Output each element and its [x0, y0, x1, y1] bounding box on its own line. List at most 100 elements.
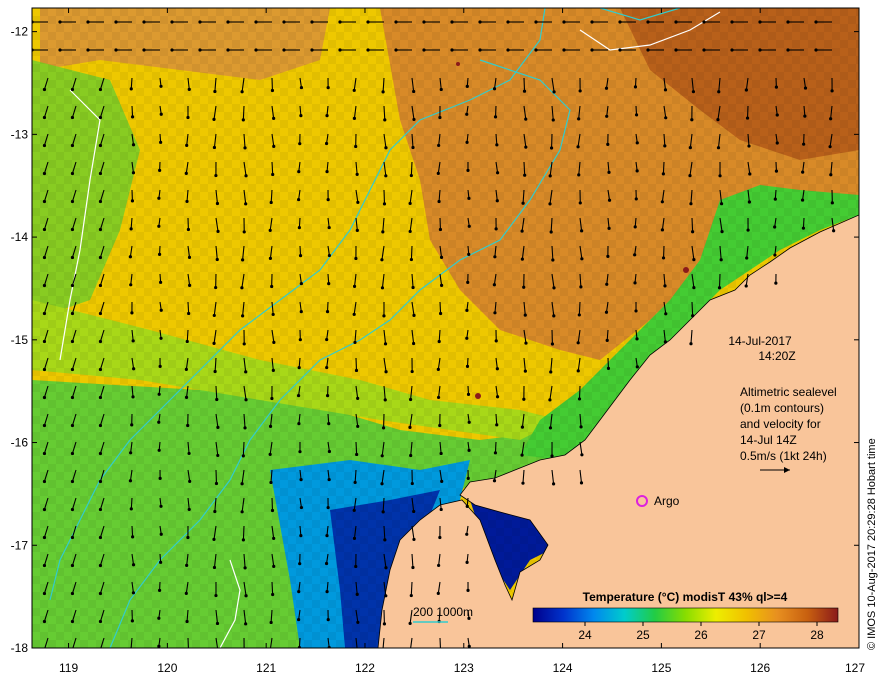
velocity-arrow-head	[635, 365, 639, 369]
velocity-arrow-head	[719, 202, 724, 206]
y-tick-label: -18	[11, 641, 29, 655]
velocity-arrow-head	[436, 367, 440, 371]
velocity-arrow-head	[241, 258, 245, 262]
velocity-arrow-head	[325, 310, 330, 314]
velocity-arrow-head	[411, 285, 415, 290]
velocity-arrow-head	[299, 505, 304, 510]
velocity-arrow-head	[605, 338, 609, 342]
velocity-arrow-head	[382, 622, 387, 626]
velocity-arrow-head	[590, 20, 594, 24]
bathymetry-legend-label: 200 1000m	[413, 605, 473, 619]
velocity-arrow-head	[534, 48, 538, 52]
velocity-arrow-head	[409, 593, 413, 598]
velocity-arrow-head	[70, 227, 75, 232]
velocity-arrow-head	[663, 340, 667, 344]
velocity-arrow-head	[800, 198, 805, 202]
velocity-arrow-head	[354, 368, 359, 373]
velocity-arrow-head	[356, 424, 360, 428]
velocity-arrow-head	[580, 453, 584, 457]
colorbar-tick-label: 24	[578, 628, 592, 642]
velocity-arrow	[662, 161, 665, 174]
velocity-arrow-head	[548, 426, 553, 430]
velocity-arrow-head	[493, 451, 498, 455]
velocity-arrow-head	[634, 113, 639, 117]
velocity-arrow-head	[216, 453, 220, 458]
velocity-arrow-head	[244, 370, 248, 374]
velocity-arrow-head	[551, 258, 555, 262]
velocity-arrow-head	[42, 87, 47, 92]
velocity-arrow-head	[635, 337, 639, 341]
velocity-arrow-head	[692, 258, 696, 262]
velocity-arrow-head	[663, 284, 667, 288]
velocity-arrow-head	[241, 118, 245, 122]
velocity-arrow-head	[522, 285, 526, 289]
velocity-arrow	[495, 413, 498, 425]
velocity-arrow-head	[716, 118, 720, 122]
x-tick-label: 127	[845, 661, 865, 675]
velocity-arrow-head	[562, 48, 566, 52]
velocity-arrow-head	[185, 199, 189, 204]
velocity-arrow-head	[186, 115, 190, 120]
velocity-arrow-head	[297, 422, 301, 426]
velocity-arrow-head	[549, 230, 553, 234]
velocity-arrow-head	[324, 141, 329, 146]
velocity-arrow-head	[299, 478, 303, 482]
velocity-arrow-head	[98, 591, 103, 596]
velocity-arrow-head	[439, 451, 443, 456]
velocity-arrow-head	[326, 198, 330, 202]
colorbar-tick-label: 25	[636, 628, 650, 642]
velocity-arrow-head	[213, 89, 217, 94]
velocity-arrow-head	[635, 141, 639, 145]
velocity-arrow-head	[326, 86, 330, 90]
velocity-arrow-head	[114, 20, 118, 24]
velocity-arrow	[131, 105, 134, 117]
velocity-arrow-head	[691, 314, 695, 318]
velocity-arrow-head	[157, 392, 161, 396]
velocity-arrow-head	[422, 20, 426, 24]
velocity-arrow-head	[70, 311, 75, 316]
velocity-arrow	[578, 385, 581, 399]
velocity-arrow-head	[720, 230, 724, 234]
velocity-arrow-head	[466, 588, 470, 592]
velocity-arrow-head	[604, 310, 609, 314]
velocity-arrow-head	[450, 20, 454, 24]
velocity-arrow-head	[271, 592, 275, 597]
velocity-arrow-head	[297, 197, 301, 202]
velocity-arrow-head	[383, 342, 388, 346]
velocity-arrow-head	[384, 370, 388, 374]
velocity-arrow-head	[269, 200, 273, 205]
velocity-arrow-head	[773, 197, 777, 201]
velocity-arrow-head	[355, 592, 359, 596]
velocity-arrow-head	[269, 480, 273, 485]
velocity-arrow-head	[187, 507, 191, 512]
velocity-arrow-head	[548, 202, 552, 206]
velocity-arrow-head	[577, 117, 581, 121]
velocity-arrow-head	[495, 367, 499, 371]
velocity-arrow-head	[185, 143, 189, 148]
velocity-arrow-head	[270, 508, 275, 513]
velocity-arrow-head	[98, 451, 103, 456]
velocity-arrow-head	[244, 174, 248, 178]
velocity-arrow-head	[214, 593, 218, 598]
velocity-arrow-head	[408, 229, 412, 234]
velocity-arrow-head	[159, 504, 163, 508]
velocity-arrow-head	[129, 87, 133, 91]
velocity-arrow-head	[773, 225, 777, 229]
velocity-arrow-head	[130, 115, 135, 119]
velocity-arrow-head	[814, 20, 818, 24]
velocity-arrow-head	[688, 146, 692, 150]
velocity-arrow-head	[467, 448, 471, 452]
velocity-arrow-head	[548, 398, 552, 402]
velocity-arrow	[271, 581, 274, 595]
velocity-arrow-head	[240, 510, 244, 514]
velocity-arrow-head	[829, 117, 833, 121]
velocity-arrow-head	[410, 369, 414, 374]
hot-pixel	[456, 62, 460, 66]
velocity-arrow-head	[299, 534, 303, 538]
velocity-arrow-head	[70, 171, 75, 176]
velocity-arrow-head	[758, 20, 762, 24]
velocity-arrow-head	[226, 20, 230, 24]
velocity-arrow-head	[242, 342, 246, 346]
velocity-arrow-head	[576, 341, 580, 345]
velocity-arrow-head	[243, 146, 247, 150]
